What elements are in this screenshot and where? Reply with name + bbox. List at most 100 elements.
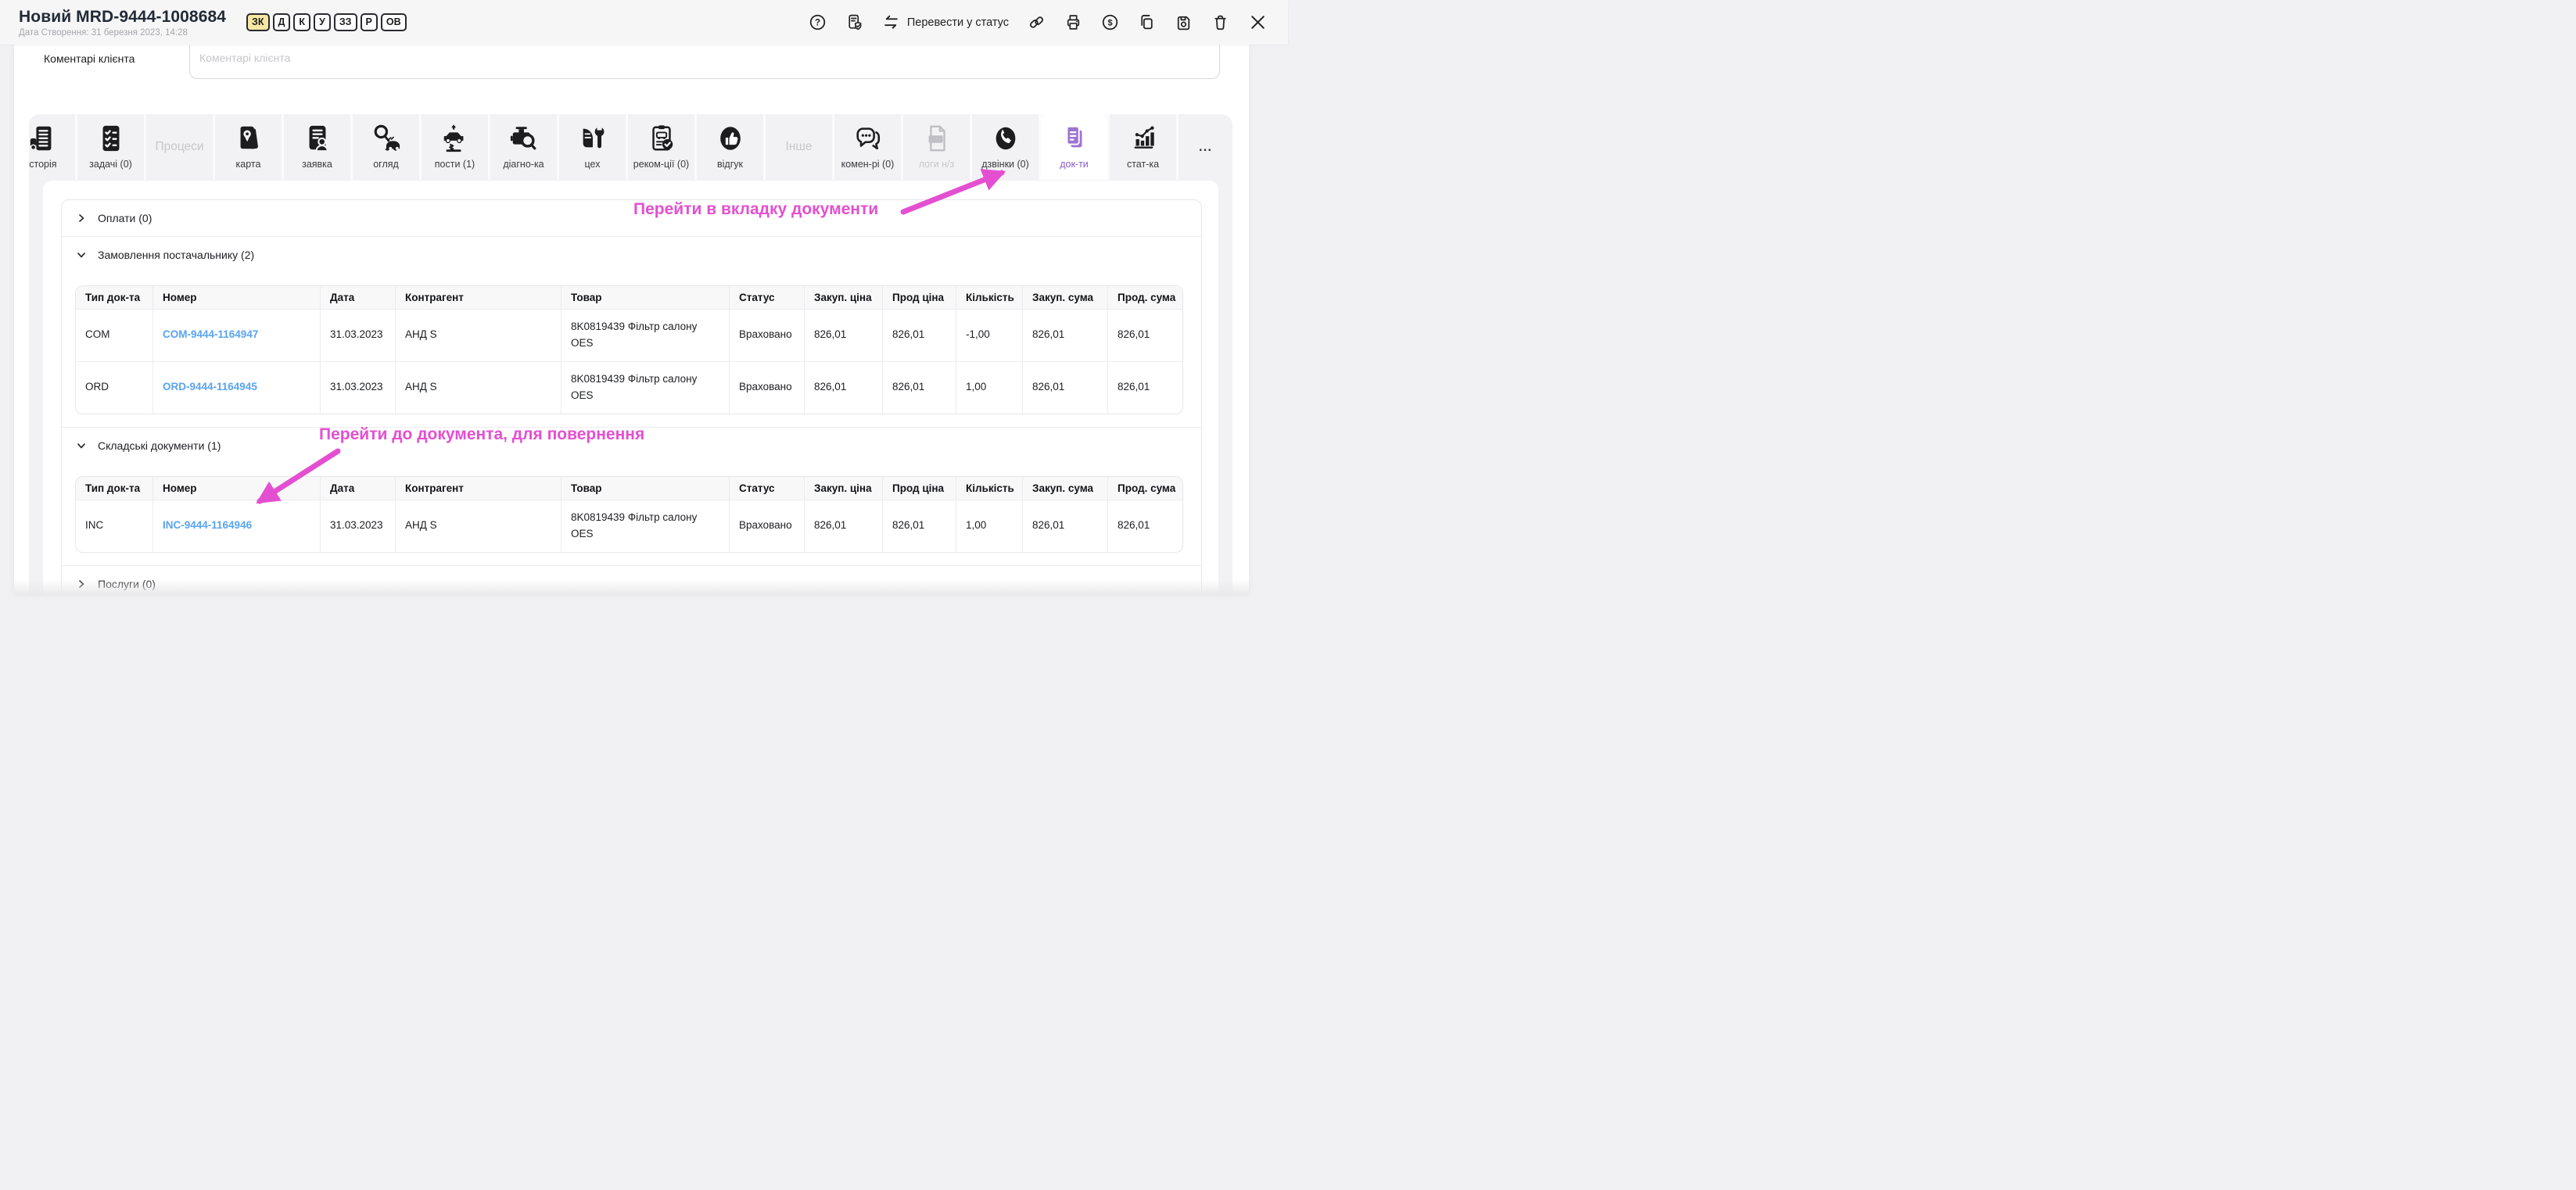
cell: 826,01 (805, 500, 883, 552)
cell: 1,00 (956, 362, 1023, 414)
warehouse-docs-table: Тип док-таНомерДатаКонтрагентТоварСтатус… (76, 477, 1183, 552)
document-link[interactable]: ORD-9444-1164945 (163, 381, 257, 392)
client-comment-label: Коментарі клієнта (44, 45, 189, 65)
column-header: Прод. сума (1108, 477, 1183, 500)
column-header: Номер (153, 286, 321, 310)
document-link[interactable]: COM-9444-1164947 (163, 328, 258, 340)
save-icon (1175, 13, 1193, 31)
recommendations-icon (646, 123, 677, 154)
tab-docs[interactable]: док-ти (1041, 114, 1107, 180)
cell: 826,01 (883, 500, 956, 552)
table-header-row: Тип док-таНомерДатаКонтрагентТоварСтатус… (76, 286, 1183, 310)
tab-label: док-ти (1060, 159, 1089, 170)
cell: 826,01 (1023, 310, 1108, 362)
tab-stats[interactable]: стат-ка (1110, 114, 1176, 180)
delete-button[interactable] (1211, 13, 1229, 31)
tab-diagnostics[interactable]: діагно-ка (490, 114, 557, 180)
tab-processes[interactable]: Процеси (146, 114, 213, 180)
window-header: Новий MRD-9444-1008684 Дата Створення: 3… (0, 0, 1288, 45)
tab-label: Інше (786, 140, 813, 154)
cell: 826,01 (805, 362, 883, 414)
supplier-orders-table: Тип док-таНомерДатаКонтрагентТоварСтатус… (76, 286, 1183, 414)
section-title: Оплати (0) (98, 212, 152, 224)
warehouse-docs-table-wrap: Тип док-таНомерДатаКонтрагентТоварСтатус… (75, 476, 1183, 553)
section-title: Замовлення постачальнику (2) (98, 249, 254, 261)
dollar-circle-icon: $ (1101, 13, 1119, 31)
log-icon: LOG (921, 123, 953, 154)
supplier-orders-content: Тип док-таНомерДатаКонтрагентТоварСтатус… (62, 273, 1201, 427)
cell: COM-9444-1164947 (153, 310, 321, 362)
copy-icon (1138, 13, 1156, 31)
section-supplier-orders[interactable]: Замовлення постачальнику (2) (62, 237, 1201, 273)
tab-comments[interactable]: комен-рі (0) (834, 114, 901, 180)
cell: АНД S (396, 500, 561, 552)
save-button[interactable] (1175, 13, 1193, 31)
column-header: Номер (153, 477, 321, 500)
tab-label: відгук (717, 159, 743, 170)
svg-text:LOG: LOG (929, 136, 942, 142)
feedback-icon (715, 123, 746, 154)
tab-logs[interactable]: LOGлоги н/з (903, 114, 970, 180)
money-button[interactable]: $ (1101, 13, 1119, 31)
client-comment-input[interactable] (189, 45, 1220, 79)
column-header: Кількість (956, 286, 1023, 310)
tab-feedback[interactable]: відгук (697, 114, 763, 180)
column-header: Дата (321, 286, 396, 310)
column-header: Статус (730, 477, 805, 500)
map-icon (233, 123, 264, 154)
cell: АНД S (396, 362, 561, 414)
tab-posts[interactable]: пости (1) (422, 114, 488, 180)
transfer-status-button[interactable]: Перевести у статус (882, 13, 1009, 31)
page-title: Новий MRD-9444-1008684 (19, 8, 226, 27)
tab-label: стат-ка (1127, 159, 1159, 170)
comments-icon (852, 123, 884, 154)
column-header: Товар (561, 286, 730, 310)
tab-map[interactable]: карта (215, 114, 282, 180)
column-header: Товар (561, 477, 730, 500)
cell: 1,00 (956, 500, 1023, 552)
cell: 8K0819439 Фільтр салону OES (561, 362, 730, 414)
status-badge-К: К (293, 13, 310, 30)
tab-history[interactable]: історія (29, 114, 75, 180)
close-button[interactable] (1248, 13, 1268, 32)
tab-request[interactable]: заявка (284, 114, 350, 180)
warehouse-docs-content: Тип док-таНомерДатаКонтрагентТоварСтатус… (62, 464, 1201, 565)
cell: 31.03.2023 (321, 500, 396, 552)
cell: 31.03.2023 (321, 362, 396, 414)
column-header: Статус (730, 286, 805, 310)
tab-calls[interactable]: дзвінки (0) (972, 114, 1039, 180)
transfer-status-label: Перевести у статус (907, 16, 1009, 29)
chevron-down-icon (77, 441, 86, 450)
tab-label: заявка (302, 159, 332, 170)
tab-tasks[interactable]: задачі (0) (77, 114, 144, 180)
document-check-button[interactable] (845, 13, 863, 31)
section-payments[interactable]: Оплати (0) (62, 200, 1201, 236)
trash-icon (1211, 13, 1229, 31)
tab-other[interactable]: Інше (766, 114, 832, 180)
column-header: Контрагент (396, 477, 561, 500)
help-button[interactable]: ? (809, 13, 827, 31)
table-row: COMCOM-9444-116494731.03.2023АНД S8K0819… (76, 310, 1183, 362)
table-header-row: Тип док-таНомерДатаКонтрагентТоварСтатус… (76, 477, 1183, 500)
duplicate-button[interactable] (1138, 13, 1156, 31)
tab-recommendations[interactable]: реком-ції (0) (628, 114, 694, 180)
tab-workshop[interactable]: цех (559, 114, 626, 180)
workshop-icon (577, 123, 608, 154)
link-icon (1028, 13, 1046, 31)
document-link[interactable]: INC-9444-1164946 (163, 519, 252, 531)
column-header: Закуп. сума (1023, 477, 1108, 500)
column-header: Прод ціна (883, 477, 956, 500)
print-button[interactable] (1064, 13, 1082, 31)
column-header: Закуп. ціна (805, 286, 883, 310)
cell: 8K0819439 Фільтр салону OES (561, 310, 730, 362)
tasks-icon (95, 123, 127, 154)
section-services[interactable]: Послуги (0) (62, 566, 1201, 595)
cell: ORD-9444-1164945 (153, 362, 321, 414)
tabs-more-button[interactable]: ... (1179, 114, 1232, 180)
copy-link-button[interactable] (1028, 13, 1046, 31)
tab-label: задачі (0) (89, 159, 132, 170)
column-header: Прод ціна (883, 286, 956, 310)
cell: 31.03.2023 (321, 310, 396, 362)
stats-icon (1128, 123, 1159, 154)
tab-inspection[interactable]: огляд (353, 114, 419, 180)
